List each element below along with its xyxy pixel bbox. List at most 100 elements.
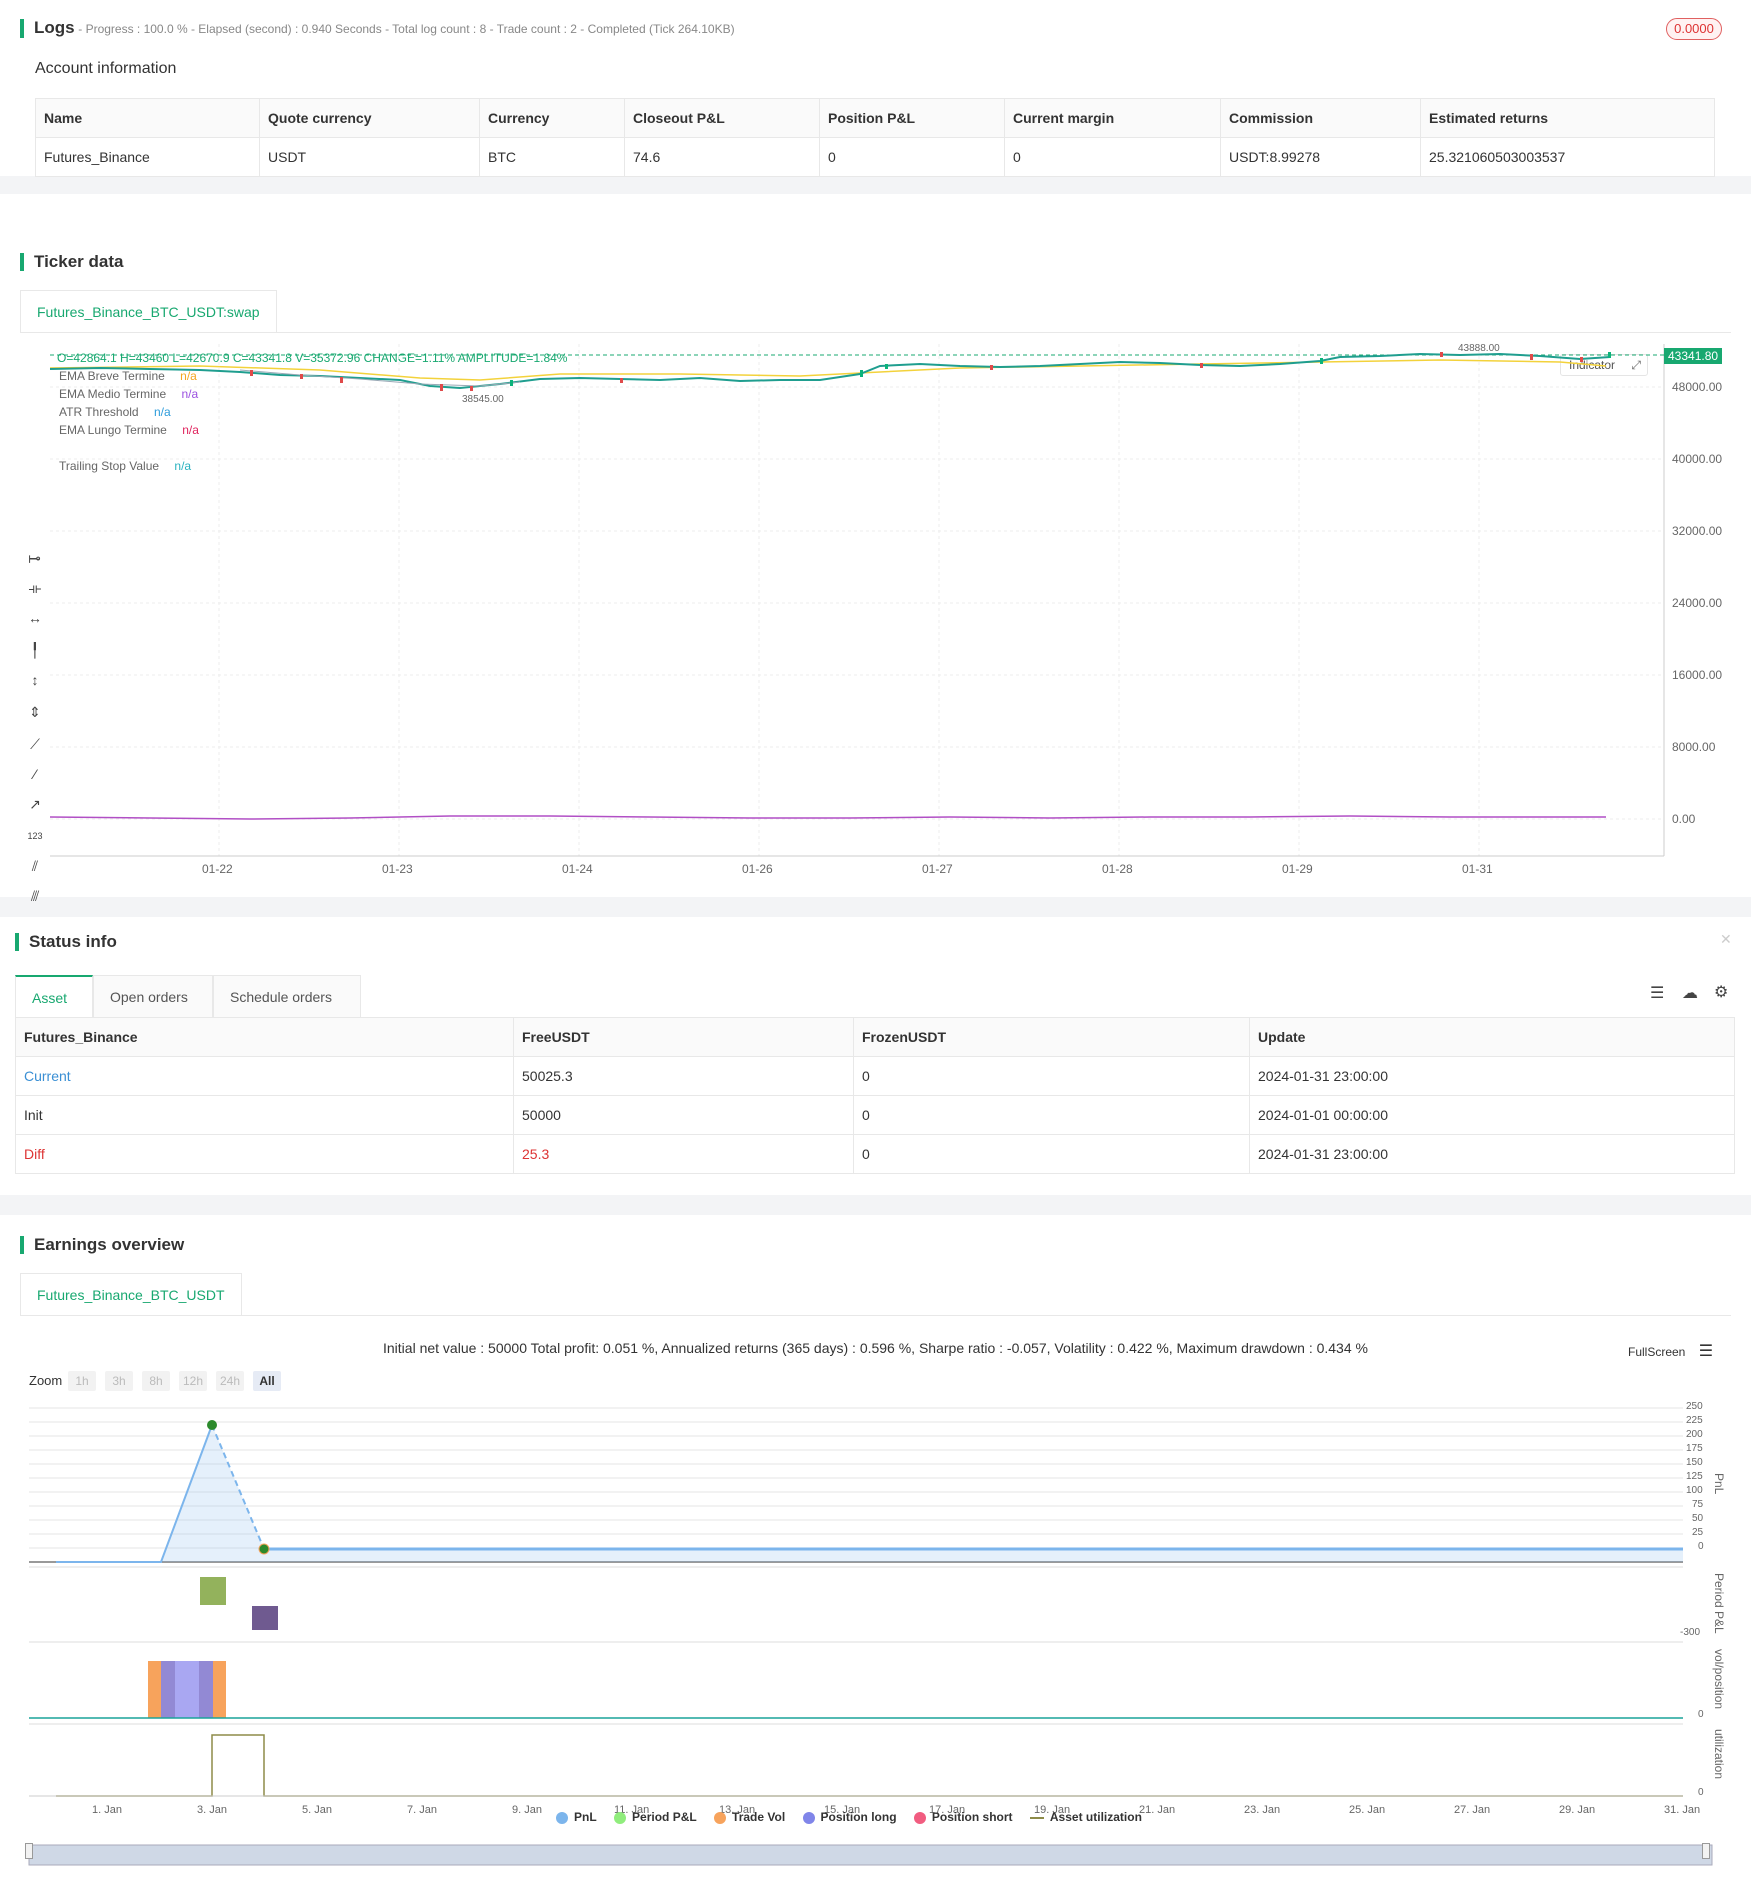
candle (1320, 358, 1323, 364)
x-tick: 01-22 (202, 862, 233, 876)
parallel-channel-icon[interactable]: ⫽ (27, 858, 43, 874)
zoom-8h[interactable]: 8h (142, 1371, 170, 1391)
legend-dot (556, 1811, 568, 1824)
expand-icon[interactable]: ⤢ (1631, 355, 1641, 375)
trend-line-icon[interactable]: ⟋ (27, 736, 43, 752)
x-tick: 01-27 (922, 862, 953, 876)
table-row: Diff 25.3 0 2024-01-31 23:00:00 (15, 1134, 1735, 1174)
y-tick: 48000.00 (1672, 380, 1723, 394)
navigator-track (28, 1844, 1713, 1866)
x-tick: 01-26 (742, 862, 773, 876)
indicator-button[interactable]: Indicator ⤢ (1560, 354, 1648, 376)
candle (1440, 352, 1443, 357)
trend-ray-icon[interactable]: ↗ (27, 796, 43, 812)
y-tick: 40000.00 (1672, 452, 1723, 466)
tab-underline (20, 332, 1731, 333)
indicator-atr-threshold: ATR Threshold n/a (59, 405, 171, 419)
x-tick: 27. Jan (1454, 1804, 1491, 1816)
axis-name-vol: vol/position (1712, 1649, 1726, 1710)
legend-dot (802, 1811, 815, 1824)
logs-title: Logs - Progress : 100.0 % - Elapsed (sec… (20, 19, 735, 38)
indicator-trailing-stop: Trailing Stop Value n/a (59, 459, 192, 473)
period-tick: -300 (1680, 1627, 1701, 1638)
ohlc-readout: O=42864.1 H=43460 L=42670.9 C=43341.8 V=… (57, 351, 568, 365)
position-long-bar (175, 1661, 199, 1718)
y-tick: 8000.00 (1672, 740, 1716, 754)
legend-item-trade-vol[interactable]: Trade Vol (714, 1810, 785, 1824)
gear-icon[interactable]: ⚙ (1714, 982, 1728, 1002)
legend-item-position-long[interactable]: Position long (802, 1810, 897, 1824)
indicator-ema-long: EMA Lungo Termine n/a (59, 423, 199, 437)
tab-earnings-symbol[interactable]: Futures_Binance_BTC_USDT (20, 1273, 242, 1315)
pnl-tick: 0 (1698, 1541, 1704, 1552)
indicator-ema-medium: EMA Medio Termine n/a (59, 387, 199, 401)
horizontal-extended-icon[interactable]: ↔ (27, 610, 43, 626)
atr-line (49, 815, 1606, 820)
table-row: Current 50025.3 0 2024-01-31 23:00:00 (15, 1056, 1735, 1096)
x-tick: 01-23 (382, 862, 413, 876)
tab-open-orders[interactable]: Open orders (93, 975, 213, 1017)
legend-dot (714, 1811, 727, 1824)
legend-item-position-short[interactable]: Position short (913, 1810, 1013, 1824)
y-tick: 32000.00 (1672, 524, 1723, 538)
horizontal-segment-icon[interactable]: ⟛ (27, 580, 43, 596)
x-tick: 01-24 (562, 862, 593, 876)
x-tick: 31. Jan (1664, 1804, 1701, 1816)
high-marker-label: 43888.00 (1458, 343, 1500, 354)
chart-legend: PnL Period P&L Trade Vol Position long P… (556, 1810, 1142, 1824)
pnl-tick: 75 (1692, 1499, 1704, 1510)
table-row: Init 50000 0 2024-01-01 00:00:00 (15, 1095, 1735, 1135)
status-panel: Status info ✕ Asset Open orders Schedule… (0, 917, 1751, 1195)
cloud-download-icon[interactable]: ☁ (1682, 983, 1698, 1003)
candle (620, 378, 623, 383)
col-closeout-pnl: Closeout P&L (624, 98, 820, 138)
col-update: Update (1249, 1017, 1735, 1057)
legend-item-period-pnl[interactable]: Period P&L (614, 1810, 697, 1824)
zoom-3h[interactable]: 3h (105, 1371, 133, 1391)
horizontal-ray-icon[interactable]: ⊸ (27, 550, 43, 566)
candle (1530, 354, 1533, 360)
x-tick: 01-29 (1282, 862, 1313, 876)
ticker-panel: Ticker data Futures_Binance_BTC_USDT:swa… (0, 194, 1751, 968)
asset-table: Futures_Binance FreeUSDT FrozenUSDT Upda… (15, 1017, 1735, 1174)
pnl-tick: 100 (1686, 1485, 1703, 1496)
col-current-margin: Current margin (1004, 98, 1221, 138)
vertical-segment-icon[interactable]: ↕ (27, 672, 43, 688)
menu-icon[interactable]: ☰ (1699, 1343, 1713, 1360)
zoom-12h[interactable]: 12h (179, 1371, 207, 1391)
account-info-title: Account information (35, 60, 177, 77)
legend-item-pnl[interactable]: PnL (556, 1810, 597, 1824)
legend-dot (913, 1811, 926, 1824)
period-pnl-bar (252, 1606, 278, 1630)
trend-segment-icon[interactable]: ⁄ (27, 766, 43, 782)
legend-item-asset-utilization[interactable]: Asset utilization (1029, 1810, 1142, 1824)
pnl-tick: 125 (1686, 1471, 1703, 1482)
col-estimated-returns: Estimated returns (1420, 98, 1715, 138)
tab-underline (20, 1315, 1731, 1316)
tab-asset[interactable]: Asset (15, 975, 93, 1017)
vertical-extended-icon[interactable]: ⇕ (27, 704, 43, 720)
navigator-handle-right[interactable] (1702, 1843, 1710, 1859)
pnl-end-point (258, 1543, 270, 1555)
candle (990, 365, 993, 370)
navigator-handle-left[interactable] (25, 1843, 33, 1859)
vertical-line-icon[interactable]: ╿ (27, 642, 43, 658)
account-table: Name Quote currency Currency Closeout P&… (35, 98, 1715, 177)
list-icon[interactable]: ☰ (1650, 983, 1664, 1003)
col-quote-currency: Quote currency (259, 98, 480, 138)
zoom-24h[interactable]: 24h (216, 1371, 244, 1391)
tab-ticker-symbol[interactable]: Futures_Binance_BTC_USDT:swap (20, 290, 277, 332)
zoom-1h[interactable]: 1h (68, 1371, 96, 1391)
logs-badge: 0.0000 (1666, 18, 1722, 40)
position-long-bar (161, 1661, 213, 1718)
fullscreen-button[interactable]: FullScreen ☰ (1628, 1341, 1713, 1361)
account-table-header: Name Quote currency Currency Closeout P&… (35, 98, 1715, 138)
last-price-label: 43341.80 (1664, 348, 1723, 364)
candle (510, 380, 513, 386)
candle (860, 370, 863, 377)
pitchfork-icon[interactable]: ⫻ (27, 888, 43, 904)
close-icon[interactable]: ✕ (1720, 931, 1732, 948)
zoom-all[interactable]: All (253, 1371, 281, 1391)
price-range-icon[interactable]: 123 (27, 828, 43, 844)
tab-schedule-orders[interactable]: Schedule orders (213, 975, 361, 1017)
